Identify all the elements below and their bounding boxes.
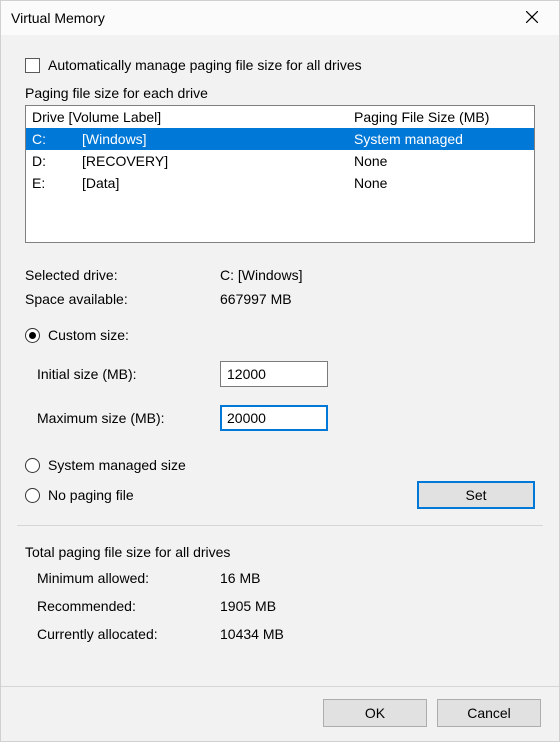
drive-paging-size: System managed: [354, 131, 534, 147]
drive-row-c[interactable]: C: [Windows] System managed: [26, 128, 534, 150]
custom-size-label: Custom size:: [48, 327, 129, 343]
drive-list-rows: C: [Windows] System managed D: [RECOVERY…: [26, 128, 534, 242]
initial-size-row: Initial size (MB):: [25, 355, 535, 393]
cancel-button[interactable]: Cancel: [437, 699, 541, 727]
system-managed-radio[interactable]: [25, 458, 40, 473]
selected-drive-value: C: [Windows]: [220, 267, 302, 283]
dialog-footer: OK Cancel: [1, 686, 559, 741]
drive-row-e[interactable]: E: [Data] None: [26, 172, 534, 194]
ok-button[interactable]: OK: [323, 699, 427, 727]
titlebar: Virtual Memory: [1, 1, 559, 35]
custom-size-radio[interactable]: [25, 328, 40, 343]
totals-block: Minimum allowed: 16 MB Recommended: 1905…: [25, 564, 535, 648]
totals-heading: Total paging file size for all drives: [25, 544, 535, 560]
drive-row-d[interactable]: D: [RECOVERY] None: [26, 150, 534, 172]
space-available-value: 667997 MB: [220, 291, 292, 307]
selected-info: Selected drive: C: [Windows] Space avail…: [25, 263, 535, 311]
drive-list[interactable]: Drive [Volume Label] Paging File Size (M…: [25, 105, 535, 243]
system-managed-radio-row[interactable]: System managed size: [25, 451, 535, 479]
currently-allocated-value: 10434 MB: [220, 626, 284, 642]
drive-letter: E:: [32, 175, 82, 191]
custom-size-radio-row[interactable]: Custom size:: [25, 321, 535, 349]
recommended-label: Recommended:: [37, 598, 220, 614]
auto-manage-label: Automatically manage paging file size fo…: [48, 57, 362, 73]
close-button[interactable]: [513, 5, 551, 31]
system-managed-label: System managed size: [48, 457, 186, 473]
initial-size-input[interactable]: [220, 361, 328, 387]
drive-volume-label: [RECOVERY]: [82, 153, 354, 169]
currently-allocated-label: Currently allocated:: [37, 626, 220, 642]
virtual-memory-dialog: Virtual Memory Automatically manage pagi…: [0, 0, 560, 742]
dialog-body: Automatically manage paging file size fo…: [1, 35, 559, 686]
selected-drive-label: Selected drive:: [25, 267, 220, 283]
space-available-label: Space available:: [25, 291, 220, 307]
drive-volume-label: [Windows]: [82, 131, 354, 147]
maximum-size-label: Maximum size (MB):: [25, 410, 220, 426]
recommended-value: 1905 MB: [220, 598, 276, 614]
auto-manage-checkbox[interactable]: [25, 58, 40, 73]
set-button[interactable]: Set: [417, 481, 535, 509]
drive-paging-size: None: [354, 175, 534, 191]
no-paging-radio-row[interactable]: No paging file: [25, 481, 134, 509]
window-title: Virtual Memory: [11, 10, 105, 26]
no-paging-radio[interactable]: [25, 488, 40, 503]
initial-size-label: Initial size (MB):: [25, 366, 220, 382]
drive-list-header: Drive [Volume Label] Paging File Size (M…: [26, 106, 534, 128]
auto-manage-row[interactable]: Automatically manage paging file size fo…: [25, 57, 535, 73]
drive-volume-label: [Data]: [82, 175, 354, 191]
drive-paging-size: None: [354, 153, 534, 169]
drive-list-heading: Paging file size for each drive: [25, 85, 535, 101]
min-allowed-value: 16 MB: [220, 570, 260, 586]
no-paging-label: No paging file: [48, 487, 134, 503]
col-header-drive-label: Drive [Volume Label]: [32, 109, 354, 125]
close-icon: [526, 10, 538, 26]
drive-letter: D:: [32, 153, 82, 169]
maximum-size-row: Maximum size (MB):: [25, 399, 535, 437]
maximum-size-input[interactable]: [220, 405, 328, 431]
min-allowed-label: Minimum allowed:: [37, 570, 220, 586]
drive-letter: C:: [32, 131, 82, 147]
separator: [17, 525, 543, 526]
col-header-size: Paging File Size (MB): [354, 109, 534, 125]
